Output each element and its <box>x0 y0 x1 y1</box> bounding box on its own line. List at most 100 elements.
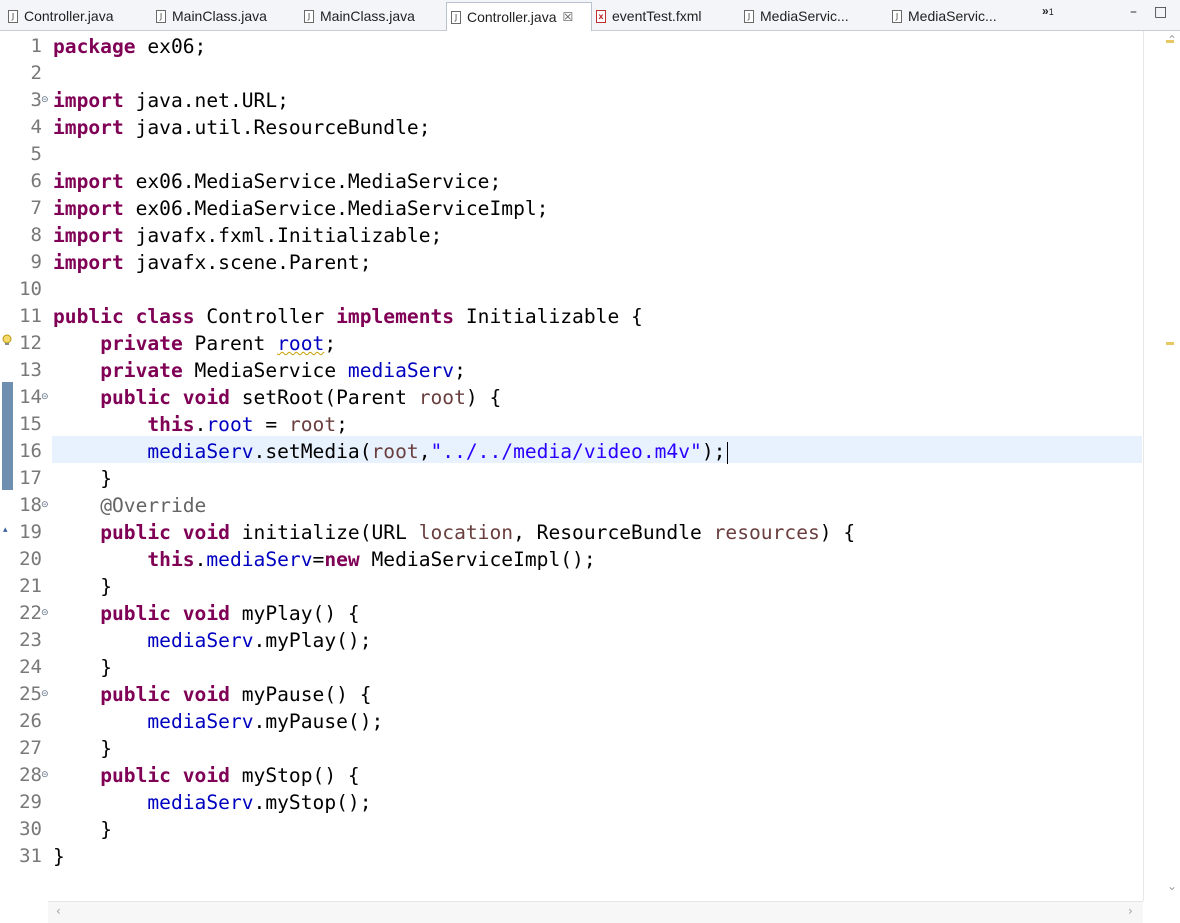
line-number: 5 <box>30 143 42 165</box>
code-line-12: private Parent root; <box>100 332 337 355</box>
java-file-icon: J <box>304 9 314 23</box>
java-file-icon: J <box>892 9 902 23</box>
minimize-button[interactable]: – <box>1130 4 1137 20</box>
override-marker-icon[interactable]: ▴ <box>3 525 8 535</box>
code-line-30: } <box>100 818 112 841</box>
tab-controller-java-active[interactable]: J Controller.java ☒ <box>446 2 592 31</box>
scroll-left-icon[interactable]: ‹ <box>56 904 61 918</box>
fold-collapse-icon[interactable]: ⊝ <box>41 689 49 699</box>
code-line-11: public class Controller implements Initi… <box>53 305 643 328</box>
code-line-23: mediaServ.myPlay(); <box>147 629 372 652</box>
editor-tab-bar: J Controller.java J MainClass.java J Mai… <box>0 0 1180 31</box>
line-number: 6 <box>30 170 42 192</box>
code-line-18: @Override <box>100 494 207 517</box>
tab-mainclass-java-1[interactable]: J MainClass.java <box>156 4 267 28</box>
tab-controller-java-1[interactable]: J Controller.java <box>8 4 114 28</box>
line-number: 23 <box>19 629 42 651</box>
line-number: 25 <box>19 683 42 705</box>
line-number: 21 <box>19 575 42 597</box>
line-number: 4 <box>30 116 42 138</box>
scroll-right-icon[interactable]: › <box>1128 904 1133 918</box>
line-number: 30 <box>19 818 42 840</box>
tab-label: Controller.java <box>467 9 557 25</box>
code-line-3: import java.net.URL; <box>53 89 289 112</box>
code-line-24: } <box>100 656 112 679</box>
line-number-gutter: 1 2 3 ⊝ 4 5 6 7 8 9 10 11 12 13 14 ⊝ 15 16 17 18 ⊝ 19 ▴ 20 21 22 ⊝… <box>0 31 49 901</box>
tab-label: eventTest.fxml <box>612 8 702 24</box>
code-line-17: } <box>100 467 112 490</box>
code-line-29: mediaServ.myStop(); <box>147 791 372 814</box>
tab-label: MainClass.java <box>320 8 415 24</box>
tab-overflow-button[interactable]: »1 <box>1042 4 1054 18</box>
maximize-button[interactable]: □ <box>1154 4 1167 20</box>
code-line-15: this.root = root; <box>147 413 348 436</box>
line-number: 10 <box>19 278 42 300</box>
tab-label: MainClass.java <box>172 8 267 24</box>
code-line-7: import ex06.MediaService.MediaServiceImp… <box>53 197 549 220</box>
close-icon[interactable]: ☒ <box>563 10 574 24</box>
line-number: 8 <box>30 224 42 246</box>
code-line-9: import javafx.scene.Parent; <box>53 251 372 274</box>
code-line-1: package ex06; <box>53 35 207 58</box>
scroll-down-icon[interactable]: ⌄ <box>1167 879 1177 893</box>
overflow-count: 1 <box>1048 7 1054 17</box>
line-number: 12 <box>19 332 42 354</box>
line-number: 16 <box>19 440 42 462</box>
code-line-8: import javafx.fxml.Initializable; <box>53 224 443 247</box>
tab-label: Controller.java <box>24 8 114 24</box>
fold-collapse-icon[interactable]: ⊝ <box>41 392 49 402</box>
line-number: 22 <box>19 602 42 624</box>
code-line-13: private MediaService mediaServ; <box>100 359 466 382</box>
overview-ruler-mark-warning[interactable] <box>1166 342 1174 345</box>
code-line-27: } <box>100 737 112 760</box>
code-line-25: public void myPause() { <box>100 683 372 706</box>
java-file-icon: J <box>744 9 754 23</box>
fold-collapse-icon[interactable]: ⊝ <box>41 608 49 618</box>
line-number: 26 <box>19 710 42 732</box>
line-number: 20 <box>19 548 42 570</box>
line-number: 15 <box>19 413 42 435</box>
code-line-22: public void myPlay() { <box>100 602 360 625</box>
line-number: 7 <box>30 197 42 219</box>
tab-eventtest-fxml[interactable]: x eventTest.fxml <box>596 4 701 28</box>
fold-collapse-icon[interactable]: ⊝ <box>41 500 49 510</box>
fxml-file-icon: x <box>596 9 606 23</box>
line-number: 9 <box>30 251 42 273</box>
java-file-icon: J <box>8 9 18 23</box>
vertical-scrollbar[interactable]: ⌃ ⌄ <box>1143 31 1180 901</box>
tab-label: MediaServic... <box>760 8 849 24</box>
line-number: 29 <box>19 791 42 813</box>
horizontal-scrollbar[interactable]: ‹ › <box>48 901 1143 923</box>
line-number: 17 <box>19 467 42 489</box>
code-line-28: public void myStop() { <box>100 764 360 787</box>
tab-mediaservice-1[interactable]: J MediaServic... <box>744 4 849 28</box>
overview-ruler-mark[interactable] <box>1166 40 1174 43</box>
line-number: 2 <box>30 62 42 84</box>
tab-label: MediaServic... <box>908 8 997 24</box>
text-caret <box>727 441 729 464</box>
code-line-31: } <box>53 845 65 868</box>
code-line-16: mediaServ.setMedia(root,"../../media/vid… <box>53 438 729 465</box>
line-number: 14 <box>19 386 42 408</box>
fold-collapse-icon[interactable]: ⊝ <box>41 770 49 780</box>
chevron-double-right-icon: » <box>1042 4 1049 18</box>
line-number: 31 <box>19 845 42 867</box>
line-number: 27 <box>19 737 42 759</box>
line-number: 13 <box>19 359 42 381</box>
java-file-icon: J <box>451 10 461 24</box>
line-number: 28 <box>19 764 42 786</box>
code-line-21: } <box>100 575 112 598</box>
tab-mediaservice-2[interactable]: J MediaServic... <box>892 4 997 28</box>
code-line-26: mediaServ.myPause(); <box>147 710 384 733</box>
line-number: 24 <box>19 656 42 678</box>
line-number: 1 <box>30 35 42 57</box>
code-line-4: import java.util.ResourceBundle; <box>53 116 431 139</box>
fold-collapse-icon[interactable]: ⊝ <box>41 95 49 105</box>
code-editor[interactable]: 1 2 3 ⊝ 4 5 6 7 8 9 10 11 12 13 14 ⊝ 15 16 17 18 ⊝ 19 ▴ 20 21 22 ⊝… <box>0 31 1180 923</box>
code-line-20: this.mediaServ=new MediaServiceImpl(); <box>147 548 596 571</box>
code-line-14: public void setRoot(Parent root) { <box>100 386 502 409</box>
code-line-6: import ex06.MediaService.MediaService; <box>53 170 502 193</box>
line-number: 11 <box>19 305 42 327</box>
tab-mainclass-java-2[interactable]: J MainClass.java <box>304 4 415 28</box>
code-line-19: public void initialize(URL location, Res… <box>100 521 856 544</box>
